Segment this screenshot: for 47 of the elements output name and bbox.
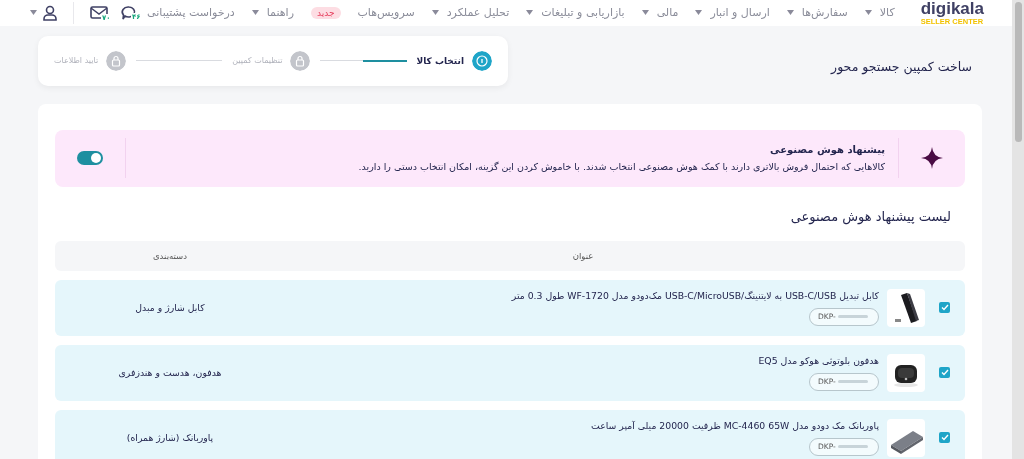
caret-icon <box>251 10 259 16</box>
nav-menu-item[interactable]: سرویس‌هاب <box>357 6 415 20</box>
toggle-switch[interactable] <box>77 151 103 165</box>
nav-menu-item[interactable]: تحلیل عملکرد <box>431 6 510 20</box>
chat-icon <box>120 4 138 21</box>
nav-menu-item[interactable]: سفارش‌ها <box>786 6 848 20</box>
nav-menu-item[interactable]: راهنما <box>251 6 294 20</box>
product-title: پاوربانک مک دودو مدل MC-4460 65W ظرفیت 20000 میلی آمپر ساعت <box>591 419 879 431</box>
caret-icon <box>864 10 872 16</box>
lock-icon <box>106 50 127 71</box>
nav-menu-item[interactable]: بازاریابی و تبلیغات <box>526 6 625 20</box>
list-title: لیست پیشنهاد هوش مصنوعی <box>789 208 951 224</box>
product-title: کابل تبدیل USB-C/USB به لایتنینگ/USB-C/MicroUSB مک‌دودو مدل WF-1720 طول 0.3 متر <box>511 289 879 301</box>
product-title: هدفون بلوتوثی هوکو مدل EQ5 <box>758 354 879 366</box>
caret-icon <box>431 10 439 16</box>
lock-icon <box>290 50 311 71</box>
caret-icon <box>526 10 534 16</box>
nav-menu-item[interactable]: کالا <box>864 6 895 20</box>
step: تایید اطلاعات <box>54 50 127 71</box>
nav-menu-item[interactable]: مالی <box>641 6 679 20</box>
sparkle-icon <box>921 147 943 169</box>
step: انتخاب کالا <box>416 50 492 71</box>
banner-text: کالاهایی که احتمال فروش بالاتری دارند با کمک هوش مصنوعی انتخاب شدند. با خاموش کردن این گزینه، امکان انتخاب دستی را دارید. <box>357 161 885 172</box>
mail-icon <box>90 5 108 20</box>
user-icon <box>43 4 57 21</box>
info-icon <box>472 50 492 71</box>
category-cell-text: پاوربانک (شارژ همراه) <box>125 432 215 443</box>
caret-icon <box>786 10 794 16</box>
caret-icon <box>695 10 703 16</box>
category-cell-text: کابل شارژ و مبدل <box>134 302 206 313</box>
nav-menu-item[interactable]: درخواست پشتیبانی <box>147 6 235 20</box>
logo-text[interactable]: digikala <box>920 0 984 17</box>
checkbox[interactable] <box>939 432 950 443</box>
page-title: ساخت کمپین جستجو محور <box>831 59 972 74</box>
nav-menu-item[interactable]: ارسال و انبار <box>695 6 770 20</box>
category-cell-text: هدفون، هدست و هندزفری <box>117 367 223 378</box>
new-badge: جدید <box>310 6 341 19</box>
user-button[interactable] <box>30 4 57 21</box>
caret-icon <box>641 10 649 16</box>
scrollbar[interactable] <box>1012 0 1024 459</box>
checkbox[interactable] <box>939 302 950 313</box>
banner-title: پیشنهاد هوش مصنوعی <box>769 144 885 155</box>
checkbox[interactable] <box>939 367 950 378</box>
caret-icon <box>30 10 37 16</box>
step: تنظیمات کمپین <box>232 50 311 71</box>
column-header: عنوان <box>571 250 595 261</box>
column-header: دسته‌بندی <box>151 250 189 261</box>
